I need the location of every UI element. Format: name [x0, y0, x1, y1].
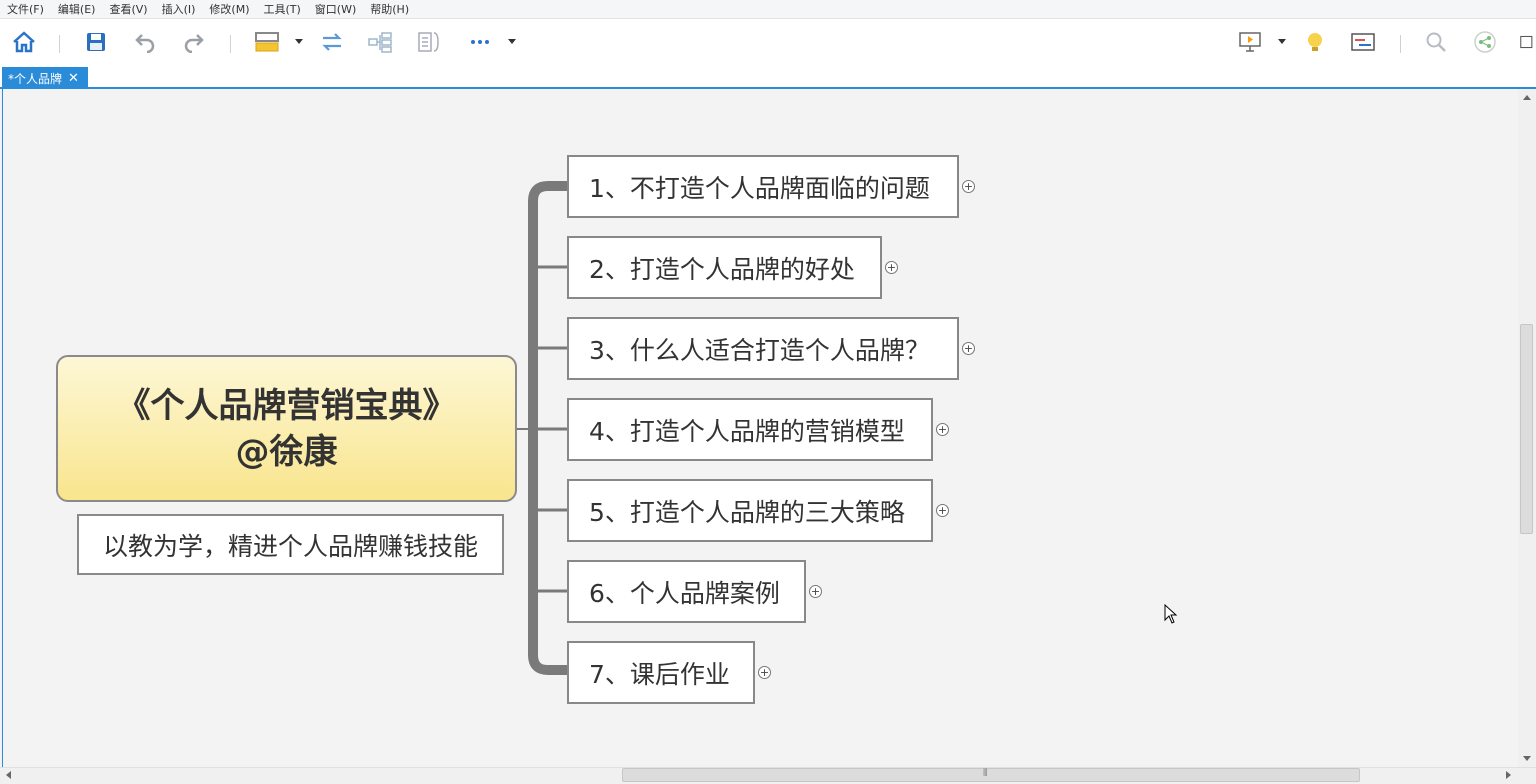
- expand-icon[interactable]: +: [936, 423, 949, 436]
- save-icon[interactable]: [83, 29, 109, 55]
- search-icon[interactable]: [1423, 29, 1449, 55]
- toolbar-separator: [230, 35, 231, 53]
- presentation-dropdown-icon[interactable]: [1278, 39, 1286, 44]
- relationship-icon[interactable]: [319, 29, 345, 55]
- scroll-up-icon[interactable]: [1523, 95, 1531, 100]
- menu-view[interactable]: 查看(V): [109, 1, 147, 17]
- expand-icon[interactable]: +: [809, 585, 822, 598]
- menu-modify[interactable]: 修改(M): [209, 1, 249, 17]
- branch-topic-1[interactable]: 1、不打造个人品牌面临的问题: [567, 155, 959, 218]
- menu-edit[interactable]: 编辑(E): [58, 1, 96, 17]
- scroll-right-icon[interactable]: [1506, 771, 1511, 779]
- idea-icon[interactable]: [1302, 29, 1328, 55]
- horizontal-scroll-thumb[interactable]: ⦀: [622, 768, 1360, 782]
- structure-icon[interactable]: [367, 29, 393, 55]
- more-dropdown-icon[interactable]: [508, 39, 516, 44]
- share-icon[interactable]: [1472, 29, 1498, 55]
- close-icon[interactable]: ✕: [68, 71, 79, 86]
- tab-document[interactable]: *个人品牌 ✕: [2, 67, 88, 89]
- topic-icon[interactable]: [254, 29, 280, 55]
- branch-topic-3[interactable]: 3、什么人适合打造个人品牌？: [567, 317, 959, 380]
- toolbar-separator: [59, 35, 60, 53]
- central-topic[interactable]: 《个人品牌营销宝典》 @徐康: [56, 355, 517, 502]
- expand-icon[interactable]: +: [962, 180, 975, 193]
- menu-tools[interactable]: 工具(T): [263, 1, 300, 17]
- branch-topic-6[interactable]: 6、个人品牌案例: [567, 560, 806, 623]
- vertical-scroll-thumb[interactable]: [1520, 324, 1533, 534]
- menu-file[interactable]: 文件(F): [7, 1, 44, 17]
- scroll-down-icon[interactable]: [1523, 756, 1531, 761]
- menu-window[interactable]: 窗口(W): [315, 1, 356, 17]
- presentation-icon[interactable]: [1237, 29, 1263, 55]
- redo-icon[interactable]: [181, 29, 207, 55]
- toolbar: [0, 19, 1536, 67]
- toolbar-separator: [1400, 35, 1401, 53]
- expand-icon[interactable]: +: [936, 504, 949, 517]
- branch-topic-2[interactable]: 2、打造个人品牌的好处: [567, 236, 882, 299]
- summary-icon[interactable]: [416, 29, 442, 55]
- branch-topic-5[interactable]: 5、打造个人品牌的三大策略: [567, 479, 933, 542]
- undo-icon[interactable]: [132, 29, 158, 55]
- expand-icon[interactable]: +: [962, 342, 975, 355]
- expand-icon[interactable]: +: [885, 261, 898, 274]
- central-topic-title: 《个人品牌营销宝典》: [116, 385, 457, 426]
- topic-dropdown-icon[interactable]: [295, 39, 303, 44]
- scroll-left-icon[interactable]: [6, 771, 11, 779]
- tab-strip: *个人品牌 ✕: [0, 67, 1536, 89]
- gantt-icon[interactable]: [1350, 29, 1376, 55]
- mouse-cursor-icon: [1164, 604, 1178, 624]
- panel-toggle-icon[interactable]: [1518, 29, 1536, 55]
- central-topic-author: @徐康: [235, 431, 338, 472]
- menu-help[interactable]: 帮助(H): [370, 1, 409, 17]
- more-icon[interactable]: [467, 29, 493, 55]
- menu-bar: 文件(F) 编辑(E) 查看(V) 插入(I) 修改(M) 工具(T) 窗口(W…: [0, 0, 1536, 19]
- scroll-grip-icon: ⦀: [983, 768, 988, 779]
- menu-insert[interactable]: 插入(I): [162, 1, 196, 17]
- branch-topic-7[interactable]: 7、课后作业: [567, 641, 755, 704]
- subtitle-topic[interactable]: 以教为学，精进个人品牌赚钱技能: [77, 514, 504, 575]
- expand-icon[interactable]: +: [758, 666, 771, 679]
- tab-title: *个人品牌: [8, 71, 63, 86]
- branch-topic-4[interactable]: 4、打造个人品牌的营销模型: [567, 398, 933, 461]
- home-icon[interactable]: [11, 29, 37, 55]
